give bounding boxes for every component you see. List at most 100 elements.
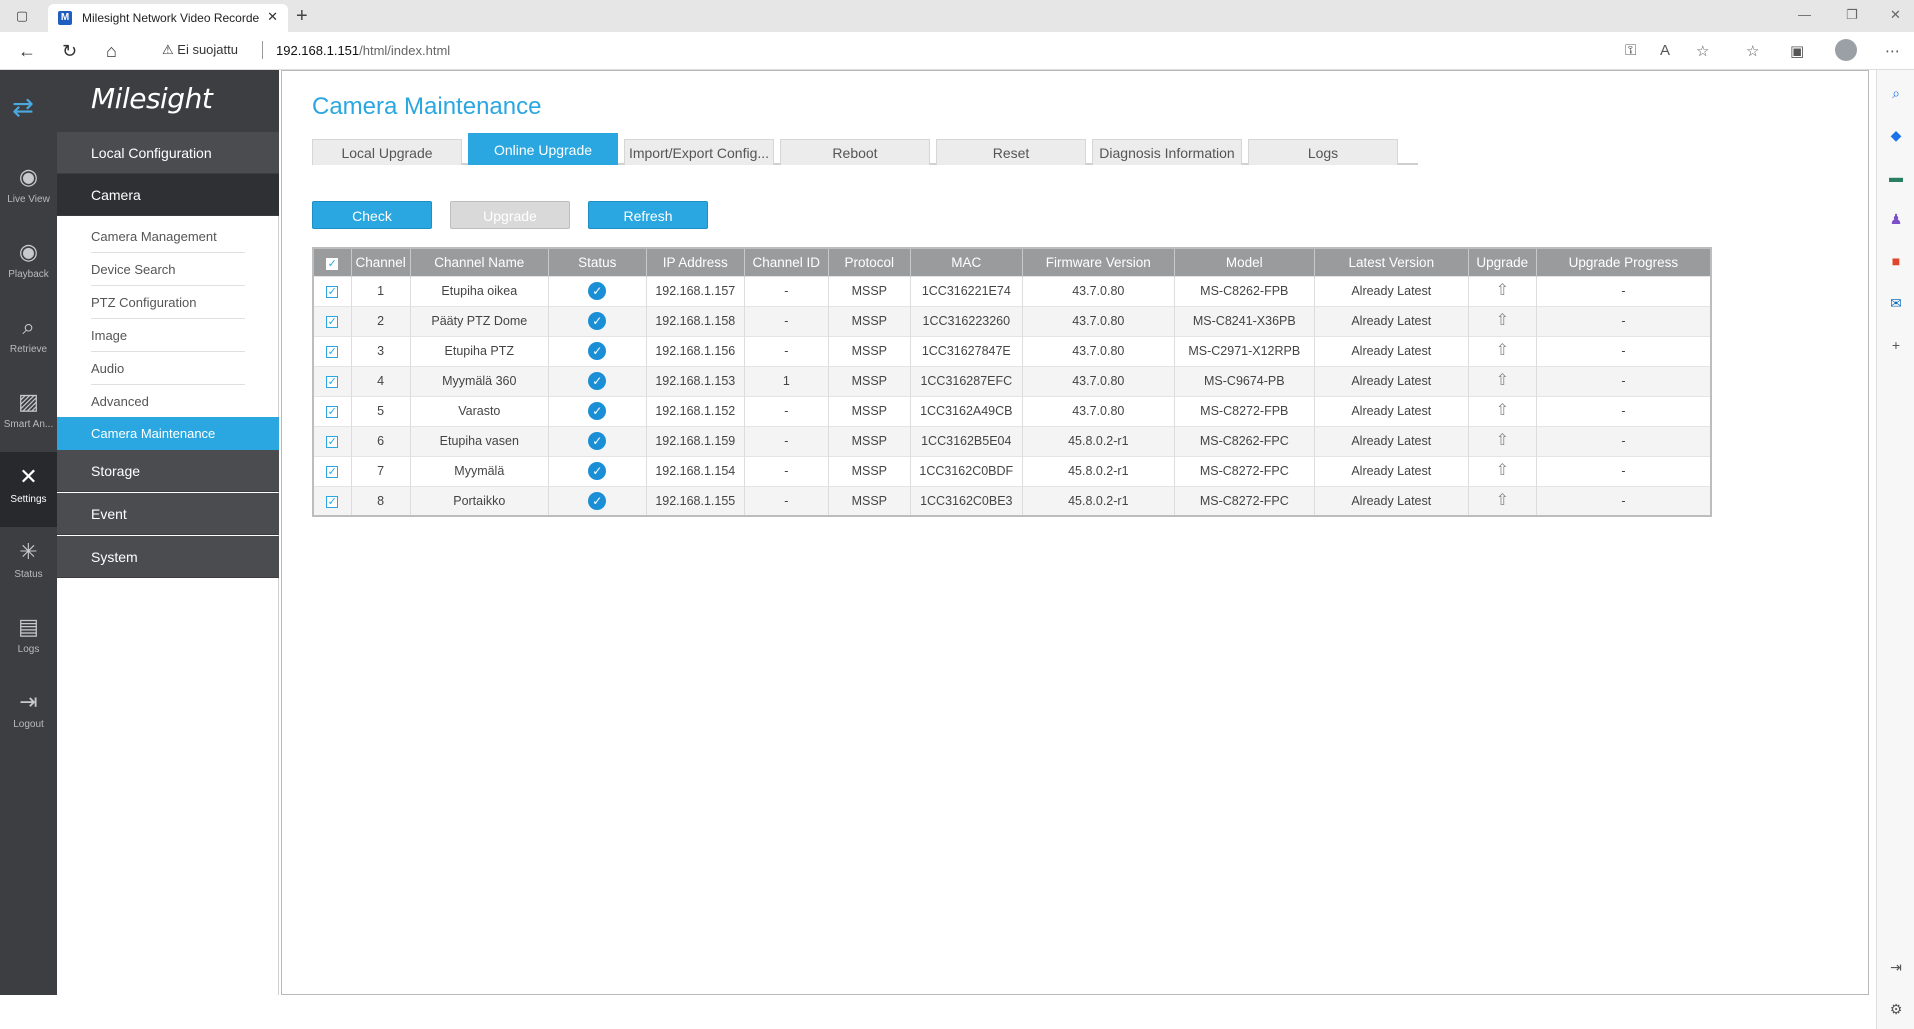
row-checkbox[interactable]: ✓: [326, 466, 339, 478]
table-row[interactable]: ✓ 3 Etupiha PTZ ✓ 192.168.1.156- MSSP 1CC31627…: [313, 335, 1712, 366]
check-button[interactable]: Check: [312, 201, 432, 229]
table-row[interactable]: ✓ 2 Pääty PTZ Dome ✓ 192.168.1.158- MSSP 1CC31…: [313, 305, 1712, 336]
restore-icon[interactable]: ❐: [1846, 7, 1858, 23]
rail-retrieve[interactable]: ⌕ Retrieve: [0, 302, 57, 377]
close-window-icon[interactable]: ✕: [1890, 7, 1901, 23]
minimize-icon[interactable]: —: [1798, 7, 1811, 22]
menu-device-search[interactable]: Device Search: [91, 253, 245, 286]
header-mac[interactable]: MAC: [910, 248, 1023, 276]
menu-storage[interactable]: Storage: [57, 450, 279, 492]
menu-local-configuration[interactable]: Local Configuration: [57, 132, 279, 174]
upgrade-button[interactable]: Upgrade: [450, 201, 570, 229]
rail-logs[interactable]: ▤ Logs: [0, 602, 57, 677]
refresh-button[interactable]: Refresh: [588, 201, 708, 229]
header-firmware-version[interactable]: Firmware Version: [1022, 248, 1175, 276]
header-status[interactable]: Status: [548, 248, 647, 276]
menu-ptz-configuration[interactable]: PTZ Configuration: [91, 286, 245, 319]
rail-toggle[interactable]: ⇄: [0, 70, 57, 152]
table-row[interactable]: ✓ 7 Myymälä ✓ 192.168.1.154- MSSP 1CC3162C0BDF…: [313, 455, 1712, 486]
outlook-icon[interactable]: ✉: [1887, 294, 1905, 312]
search-icon[interactable]: ⌕: [1887, 84, 1905, 102]
profile-avatar[interactable]: [1835, 39, 1857, 61]
shopping-icon[interactable]: ◆: [1887, 126, 1905, 144]
add-sidebar-app-icon[interactable]: +: [1887, 336, 1905, 354]
header-ip-address[interactable]: IP Address: [646, 248, 745, 276]
tab-reset[interactable]: Reset: [936, 139, 1086, 165]
tab-reboot[interactable]: Reboot: [780, 139, 930, 165]
select-all-checkbox[interactable]: ✓: [326, 257, 339, 270]
menu-audio[interactable]: Audio: [91, 352, 245, 385]
menu-system[interactable]: System: [57, 536, 279, 578]
new-tab-icon[interactable]: +: [296, 5, 308, 28]
header-latest-version[interactable]: Latest Version: [1314, 248, 1469, 276]
header-channel[interactable]: Channel: [351, 248, 411, 276]
row-checkbox[interactable]: ✓: [326, 316, 339, 328]
table-row[interactable]: ✓ 6 Etupiha vasen ✓ 192.168.1.159- MSSP 1CC316…: [313, 425, 1712, 456]
tools-icon[interactable]: ▬: [1887, 168, 1905, 186]
upgrade-arrow-icon[interactable]: ⇧: [1496, 492, 1509, 509]
tab-logs[interactable]: Logs: [1248, 139, 1398, 165]
header-upgrade[interactable]: Upgrade: [1468, 248, 1537, 276]
menu-image[interactable]: Image: [91, 319, 245, 352]
rail-smart-analysis[interactable]: ▨ Smart An...: [0, 377, 57, 452]
rail-playback[interactable]: ◉ Playback: [0, 227, 57, 302]
header-protocol[interactable]: Protocol: [828, 248, 911, 276]
row-checkbox[interactable]: ✓: [326, 436, 339, 448]
header-channel-name[interactable]: Channel Name: [410, 248, 549, 276]
cell-model: MS-C8272-FPB: [1174, 395, 1315, 426]
menu-event[interactable]: Event: [57, 493, 279, 535]
upgrade-arrow-icon[interactable]: ⇧: [1496, 373, 1509, 389]
row-checkbox[interactable]: ✓: [326, 286, 339, 298]
swap-arrows-icon[interactable]: ⇄: [12, 92, 34, 123]
browser-tab[interactable]: M Milesight Network Video Recorde ✕: [48, 4, 288, 32]
read-aloud-icon[interactable]: A: [1660, 42, 1670, 59]
menu-camera-maintenance[interactable]: Camera Maintenance: [57, 417, 279, 450]
favorites-icon[interactable]: ☆: [1746, 42, 1759, 60]
cell-mac: 1CC316221E74: [910, 275, 1023, 306]
upgrade-arrow-icon[interactable]: ⇧: [1496, 463, 1509, 479]
tab-online-upgrade[interactable]: Online Upgrade: [468, 133, 618, 165]
row-checkbox[interactable]: ✓: [326, 346, 339, 358]
browser-tab-bar: ▢ M Milesight Network Video Recorde ✕ + …: [0, 0, 1914, 32]
header-upgrade-progress[interactable]: Upgrade Progress: [1536, 248, 1712, 276]
header-model[interactable]: Model: [1174, 248, 1315, 276]
table-row[interactable]: ✓ 4 Myymälä 360 ✓ 192.168.1.153 1 MSSP 1CC31628…: [313, 365, 1712, 396]
rail-settings[interactable]: ✕ Settings: [0, 452, 57, 527]
row-checkbox[interactable]: ✓: [326, 376, 339, 388]
menu-camera-management[interactable]: Camera Management: [91, 220, 245, 253]
key-icon[interactable]: ⚿: [1625, 42, 1636, 59]
menu-advanced[interactable]: Advanced: [91, 385, 245, 418]
rail-logout[interactable]: ⇥ Logout: [0, 677, 57, 752]
hide-sidebar-icon[interactable]: ⇥: [1887, 958, 1905, 976]
row-checkbox[interactable]: ✓: [326, 406, 339, 418]
url-field[interactable]: 192.168.1.151/html/index.html: [276, 43, 450, 58]
back-icon[interactable]: ←: [18, 41, 36, 62]
tab-diagnosis-information[interactable]: Diagnosis Information: [1092, 139, 1242, 165]
close-tab-icon[interactable]: ✕: [267, 9, 278, 25]
upgrade-arrow-icon[interactable]: ⇧: [1496, 283, 1509, 299]
sidebar-settings-icon[interactable]: ⚙: [1887, 1000, 1905, 1018]
tab-import-export-config[interactable]: Import/Export Config...: [624, 139, 774, 165]
home-icon[interactable]: ⌂: [106, 41, 117, 62]
table-row[interactable]: ✓ 8 Portaikko ✓ 192.168.1.155- MSSP 1CC3162C0B…: [313, 485, 1712, 516]
table-row[interactable]: ✓ 1 Etupiha oikea ✓ 192.168.1.157- MSSP 1CC316…: [313, 275, 1712, 306]
row-checkbox[interactable]: ✓: [326, 495, 339, 508]
office-icon[interactable]: ■: [1887, 252, 1905, 270]
more-icon[interactable]: ⋯: [1885, 42, 1900, 60]
upgrade-arrow-icon[interactable]: ⇧: [1496, 403, 1509, 419]
tab-local-upgrade[interactable]: Local Upgrade: [312, 139, 462, 165]
security-warning[interactable]: ⚠ Ei suojattu: [162, 42, 238, 58]
upgrade-arrow-icon[interactable]: ⇧: [1496, 313, 1509, 329]
rail-live-view[interactable]: ◉ Live View: [0, 152, 57, 227]
reload-icon[interactable]: ↻: [62, 41, 77, 62]
header-channel-id[interactable]: Channel ID: [744, 248, 829, 276]
tab-actions-icon[interactable]: ▢: [14, 8, 30, 24]
menu-camera[interactable]: Camera: [57, 174, 279, 216]
collections-icon[interactable]: ▣: [1790, 42, 1804, 60]
games-icon[interactable]: ♟: [1887, 210, 1905, 228]
add-favorite-icon[interactable]: ☆: [1696, 42, 1709, 60]
rail-status[interactable]: ✳ Status: [0, 527, 57, 602]
upgrade-arrow-icon[interactable]: ⇧: [1496, 433, 1509, 449]
upgrade-arrow-icon[interactable]: ⇧: [1496, 343, 1509, 359]
table-row[interactable]: ✓ 5 Varasto ✓ 192.168.1.152- MSSP 1CC3162A49CB…: [313, 395, 1712, 426]
